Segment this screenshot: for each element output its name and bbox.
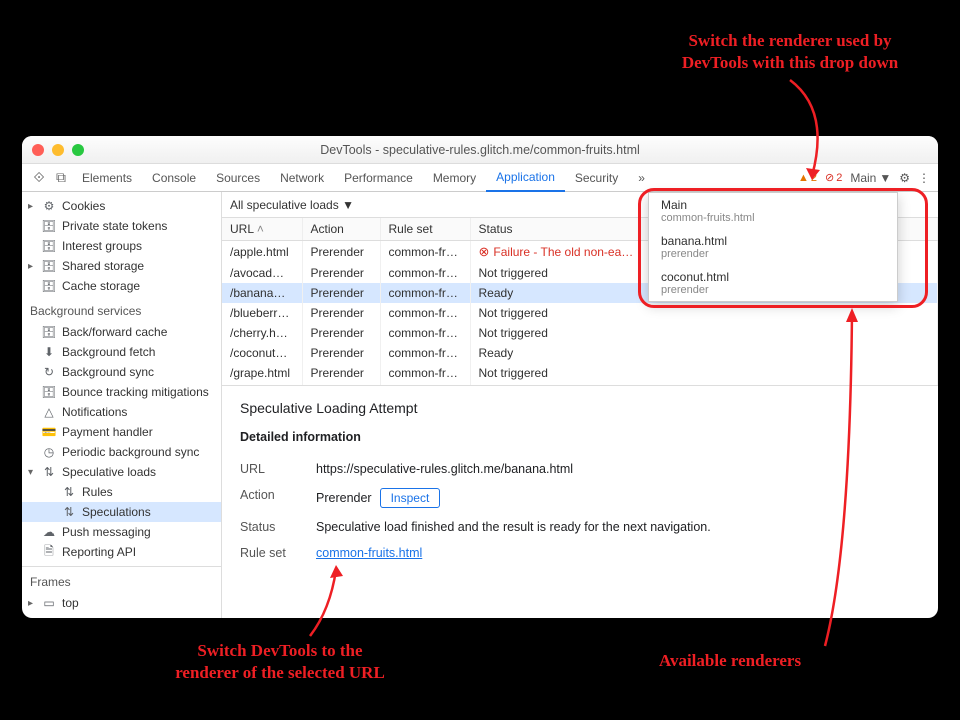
annotation-arrows: [0, 0, 960, 720]
